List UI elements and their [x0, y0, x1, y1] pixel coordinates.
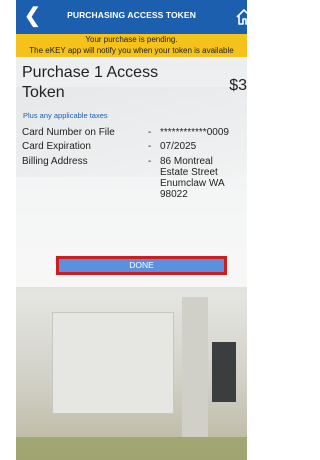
card-expiration-label: Card Expiration [22, 141, 91, 152]
billing-address-value: 86 Montreal Estate Street Enumclaw WA 98… [160, 156, 225, 200]
billing-address-label: Billing Address [22, 156, 88, 167]
app-header: ❮ PURCHASING ACCESS TOKEN [16, 0, 247, 34]
purchase-summary-card: Purchase 1 Access Token $3 Plus any appl… [16, 57, 247, 287]
card-number-label: Card Number on File [22, 127, 115, 138]
purchase-title: Purchase 1 Access Token [22, 64, 159, 101]
pending-banner: Your purchase is pending. The eKEY app w… [16, 34, 247, 57]
page-title: PURCHASING ACCESS TOKEN [67, 10, 196, 20]
app-screen: ❮ PURCHASING ACCESS TOKEN Your purchase … [16, 0, 247, 460]
banner-line-2: The eKEY app will notify you when your t… [29, 46, 234, 55]
card-expiration-value: 07/2025 [160, 141, 197, 152]
banner-line-1: Your purchase is pending. [85, 35, 178, 44]
card-number-value: ************0009 [160, 127, 229, 138]
done-button[interactable]: DONE [56, 256, 227, 275]
price: $3 [229, 77, 247, 94]
home-icon[interactable] [235, 7, 247, 27]
tax-note: Plus any applicable taxes [23, 111, 108, 120]
